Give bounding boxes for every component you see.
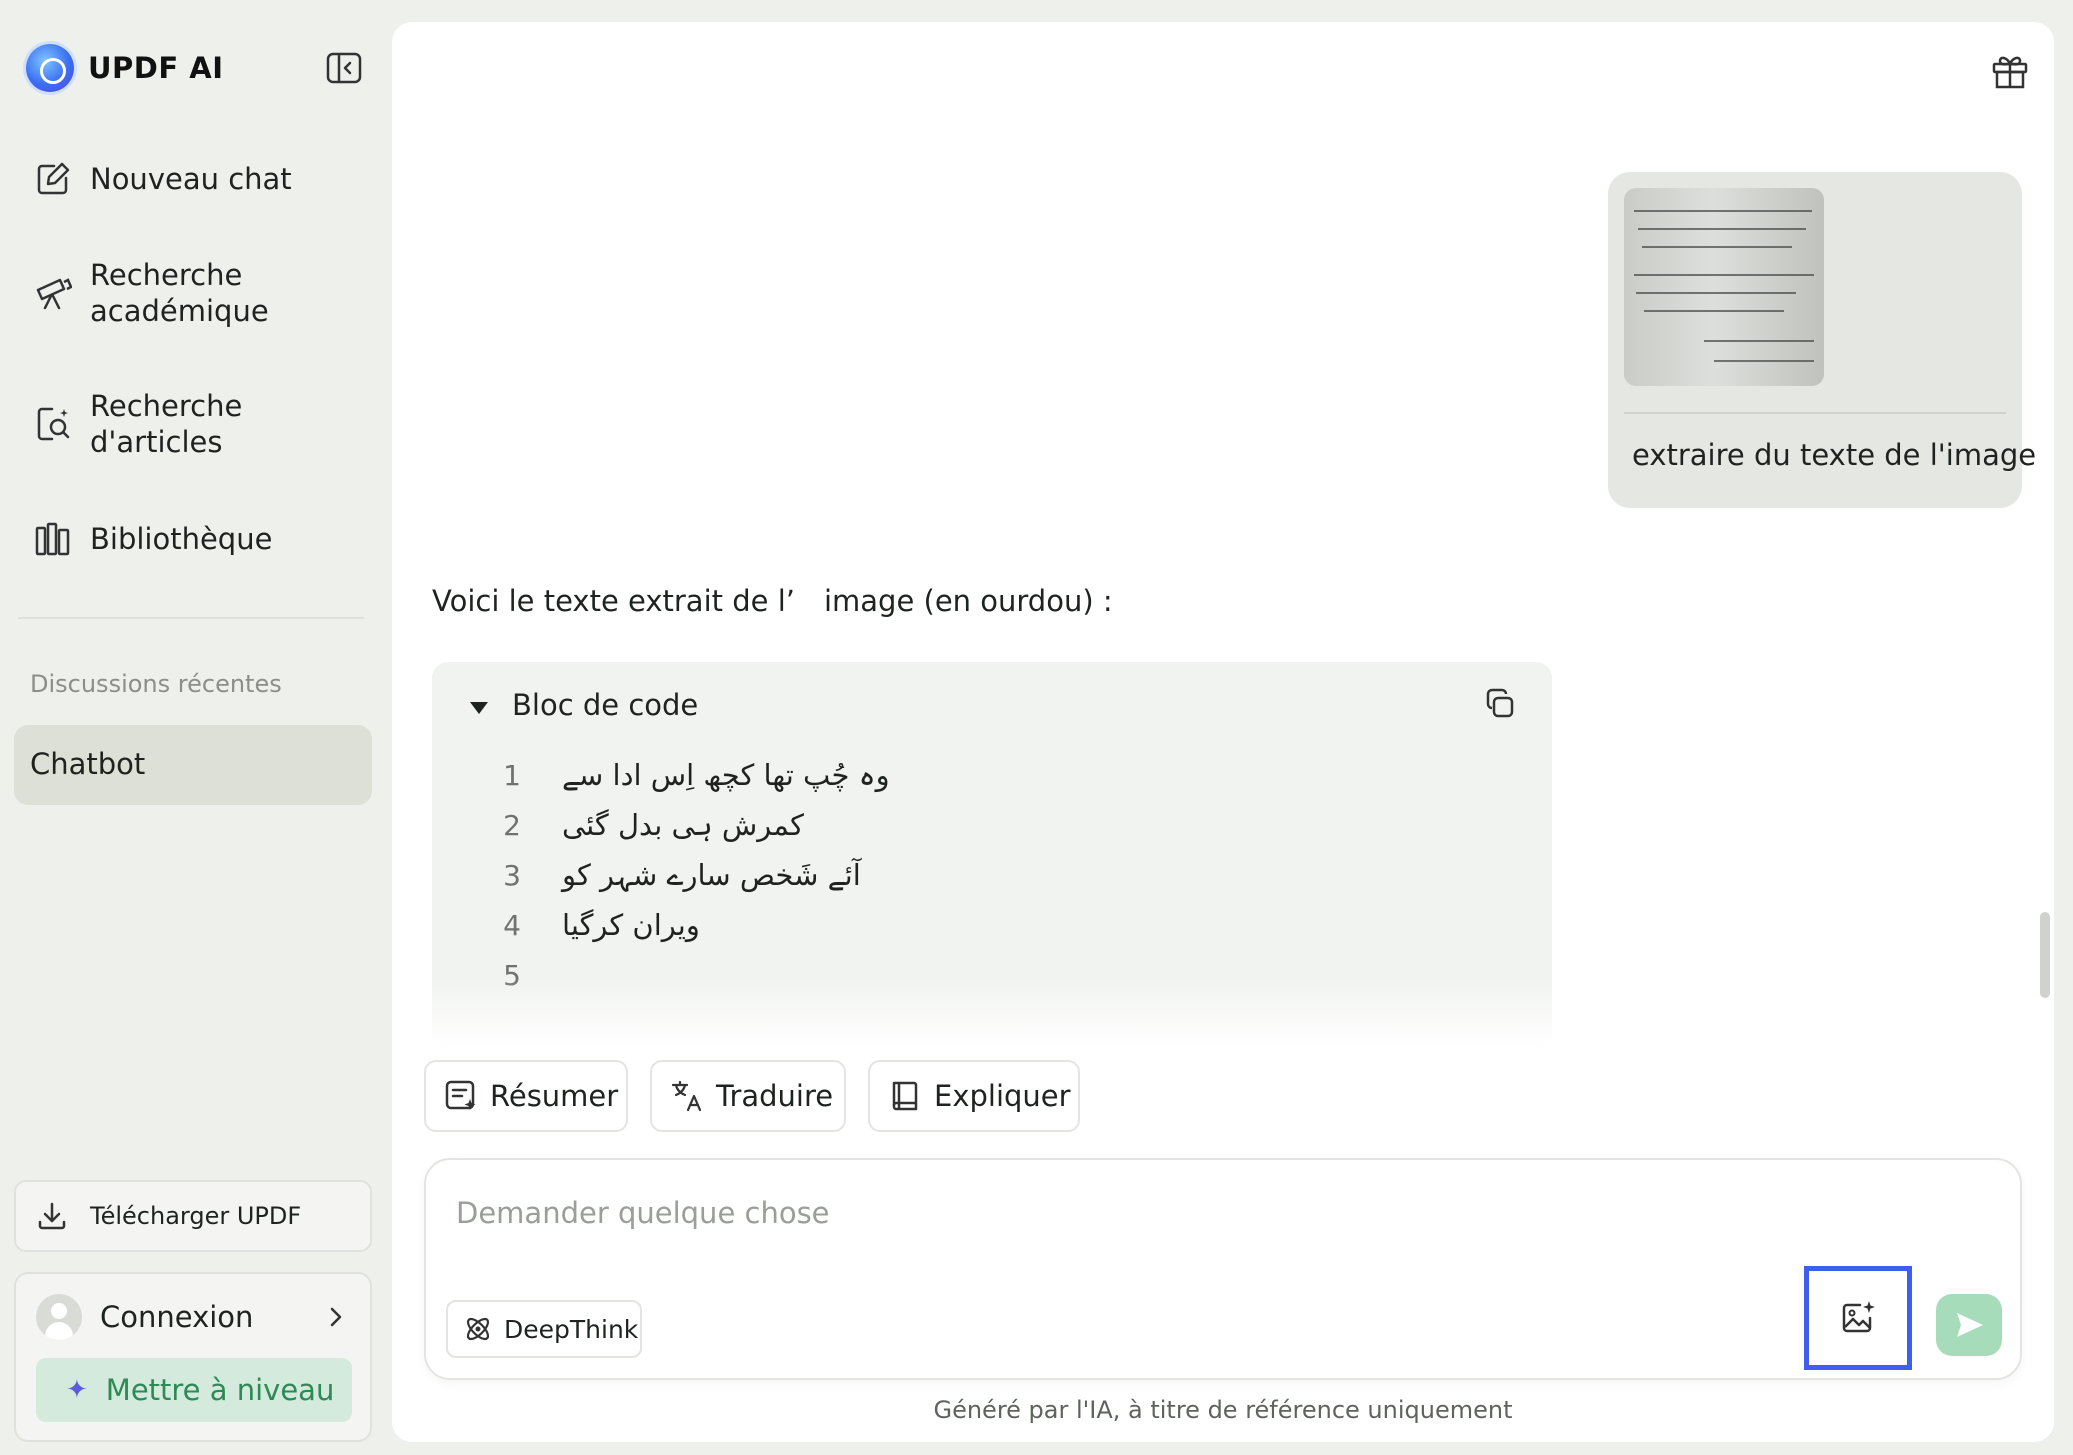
message-composer: DeepThink bbox=[424, 1158, 2022, 1380]
download-icon bbox=[38, 1202, 66, 1230]
nav-label: Recherche académique bbox=[90, 258, 269, 328]
ai-disclaimer: Généré par l'IA, à titre de référence un… bbox=[933, 1396, 1513, 1424]
code-text: ویران کرگیا bbox=[562, 908, 700, 942]
code-line: 4 ویران کرگیا bbox=[492, 900, 700, 950]
translate-icon bbox=[671, 1080, 702, 1112]
recent-chat-item[interactable]: Chatbot bbox=[14, 725, 372, 805]
login-link[interactable]: Connexion bbox=[100, 1300, 253, 1334]
translate-button[interactable]: Traduire bbox=[650, 1060, 846, 1132]
code-line: 3 آئے شَخص سارے شہر کو bbox=[492, 850, 861, 900]
line-number: 1 bbox=[503, 758, 521, 792]
send-icon bbox=[1957, 1313, 1983, 1337]
collapse-sidebar-icon[interactable] bbox=[326, 52, 362, 84]
summarize-label: Résumer bbox=[490, 1079, 619, 1113]
attached-image-thumbnail[interactable] bbox=[1624, 188, 1824, 386]
explain-button[interactable]: Expliquer bbox=[868, 1060, 1080, 1132]
nav-library[interactable]: Bibliothèque bbox=[34, 520, 272, 558]
deepthink-label: DeepThink bbox=[504, 1314, 639, 1344]
nav-new-chat[interactable]: Nouveau chat bbox=[34, 160, 292, 198]
nav-article-search[interactable]: Recherche d'articles bbox=[34, 388, 310, 460]
library-icon bbox=[35, 522, 70, 556]
sparkle-icon: ✦ bbox=[66, 1375, 88, 1405]
code-line: 1 وہ چُپ تھا کچھ اِس ادا سے bbox=[492, 750, 890, 800]
gift-icon[interactable] bbox=[1990, 50, 2030, 90]
summarize-button[interactable]: Résumer bbox=[424, 1060, 628, 1132]
code-line: 2 کمرش ہی بدل گئی bbox=[492, 800, 804, 850]
code-text: وہ چُپ تھا کچھ اِس ادا سے bbox=[562, 758, 890, 792]
document-search-icon bbox=[37, 407, 70, 441]
explain-label: Expliquer bbox=[934, 1079, 1071, 1113]
telescope-icon bbox=[36, 278, 72, 310]
copy-icon[interactable] bbox=[1482, 686, 1518, 722]
code-text: کمرش ہی بدل گئی bbox=[562, 808, 804, 842]
translate-label: Traduire bbox=[716, 1079, 834, 1113]
ai-response-intro: Voici le texte extrait de l’ image (en o… bbox=[432, 584, 1113, 618]
chat-panel: extraire du texte de l'image Voici le te… bbox=[392, 22, 2054, 1442]
chat-scrollbar[interactable] bbox=[2040, 912, 2050, 998]
collapse-caret-icon[interactable] bbox=[470, 702, 488, 714]
book-icon bbox=[892, 1081, 918, 1111]
user-message-text: extraire du texte de l'image bbox=[1632, 438, 2037, 472]
new-chat-icon bbox=[37, 162, 70, 195]
image-sparkle-icon bbox=[1842, 1301, 1875, 1333]
line-number: 2 bbox=[503, 808, 521, 842]
sidebar: UPDF AI Nouveau chat Recherche académiqu… bbox=[0, 0, 390, 1455]
updf-logo-icon bbox=[26, 44, 74, 92]
send-button[interactable] bbox=[1936, 1294, 2002, 1356]
code-text: آئے شَخص سارے شہر کو bbox=[562, 858, 861, 892]
recent-chat-label: Chatbot bbox=[30, 747, 146, 781]
download-updf-button[interactable]: Télécharger UPDF bbox=[14, 1180, 372, 1252]
chevron-right-icon[interactable] bbox=[326, 1304, 346, 1330]
brand-name: UPDF AI bbox=[88, 51, 224, 85]
brand: UPDF AI bbox=[26, 44, 224, 92]
code-block-title[interactable]: Bloc de code bbox=[512, 688, 698, 722]
nav-label: Recherche d'articles bbox=[90, 389, 243, 459]
upgrade-button[interactable]: ✦ Mettre à niveau bbox=[36, 1358, 352, 1422]
line-number: 4 bbox=[503, 908, 521, 942]
account-card: Connexion ✦ Mettre à niveau bbox=[14, 1272, 372, 1442]
line-number: 5 bbox=[503, 958, 521, 992]
sidebar-divider bbox=[18, 617, 364, 619]
nav-academic-search[interactable]: Recherche académique bbox=[34, 257, 310, 329]
recent-discussions-title: Discussions récentes bbox=[30, 670, 282, 698]
atom-icon bbox=[466, 1317, 490, 1341]
nav-label: Nouveau chat bbox=[90, 162, 292, 196]
code-block: Bloc de code 1 وہ چُپ تھا کچھ اِس ادا سے… bbox=[432, 662, 1552, 1048]
line-number: 3 bbox=[503, 858, 521, 892]
code-line: 5 bbox=[492, 950, 562, 1000]
avatar bbox=[36, 1294, 82, 1340]
deepthink-toggle[interactable]: DeepThink bbox=[446, 1300, 642, 1358]
summarize-icon bbox=[445, 1080, 476, 1110]
download-updf-label: Télécharger UPDF bbox=[90, 1202, 302, 1230]
bubble-separator bbox=[1624, 412, 2006, 414]
image-ai-button[interactable] bbox=[1804, 1266, 1912, 1370]
message-input[interactable] bbox=[456, 1190, 1656, 1236]
user-message-bubble: extraire du texte de l'image bbox=[1608, 172, 2036, 508]
upgrade-label: Mettre à niveau bbox=[105, 1373, 335, 1407]
nav-label: Bibliothèque bbox=[90, 522, 273, 556]
